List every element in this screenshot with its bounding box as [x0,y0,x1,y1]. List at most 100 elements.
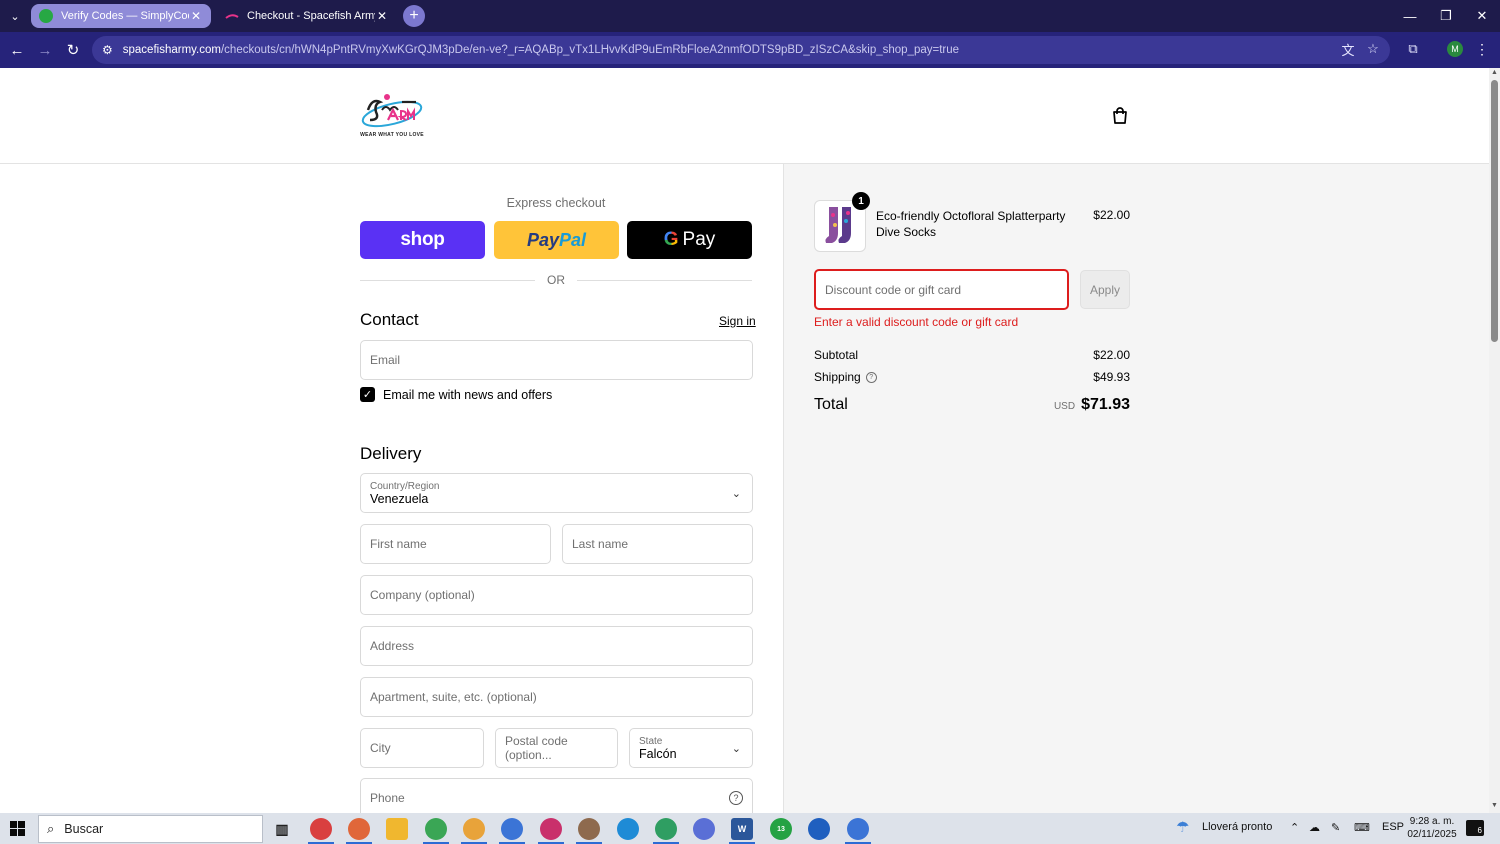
pen-icon[interactable]: ✎ [1331,821,1340,834]
help-question-icon[interactable]: ? [729,791,743,805]
browser-menu-icon[interactable]: ⋮ [1474,40,1490,58]
windows-start-icon[interactable] [10,821,25,836]
shipping-label: Shipping [814,370,861,384]
scroll-down-icon[interactable]: ▼ [1490,802,1499,811]
chrome-profile-icon[interactable] [578,818,600,840]
site-info-icon[interactable]: ⚙ [102,43,113,57]
system-clock[interactable]: 9:28 a. m. 02/11/2025 [1406,815,1458,841]
windows-taskbar: ⌕ Buscar ▥ W 13 ☂ Lloverá pronto ⌃ ☁ ✎ ⌨… [0,813,1500,844]
chrome-profile-icon[interactable] [693,818,715,840]
chrome-profile-icon[interactable] [310,818,332,840]
phone-field[interactable]: Phone ? [360,778,753,813]
total-value: $71.93 [1081,396,1130,413]
discount-error-message: Enter a valid discount code or gift card [814,315,1019,329]
product-name: Eco-friendly Octofloral Splatterparty Di… [876,209,1066,239]
discount-placeholder: Discount code or gift card [825,282,962,297]
chrome-icon[interactable] [463,818,485,840]
country-select[interactable]: Country/Region Venezuela ⌄ [360,473,753,513]
chrome-profile-icon[interactable] [540,818,562,840]
minimize-icon[interactable]: — [1400,6,1420,26]
weather-text[interactable]: Lloverá pronto [1202,821,1272,833]
chevron-down-icon: ⌄ [731,488,741,500]
word-icon[interactable]: W [731,818,753,840]
reload-icon[interactable]: ↻ [62,39,84,61]
or-divider: OR [360,273,752,287]
shopping-bag-icon[interactable] [1110,106,1130,126]
company-field[interactable]: Company (optional) [360,575,753,615]
paypal-button[interactable]: Pay Pal [494,221,619,259]
sign-in-link[interactable]: Sign in [719,314,756,328]
state-select[interactable]: State Falcón ⌄ [629,728,753,768]
tab-simplycodes[interactable]: Verify Codes — SimplyCodes ✕ [31,4,211,28]
product-price: $22.00 [1093,208,1130,222]
last-name-field[interactable]: Last name [562,524,753,564]
close-tab-icon[interactable]: ✕ [375,9,389,23]
profile-avatar[interactable]: M [1447,41,1463,57]
newsletter-checkbox[interactable]: ✓ [360,387,375,402]
discount-code-input[interactable]: Discount code or gift card [814,269,1069,310]
new-tab-plus-icon[interactable]: + [403,5,425,27]
tray-chevron-up-icon[interactable]: ⌃ [1290,821,1299,834]
shipping-value: $49.93 [1093,370,1130,384]
chevron-down-icon: ⌄ [731,743,741,755]
restore-icon[interactable]: ❐ [1436,6,1456,26]
state-value: Falcón [639,746,677,761]
order-summary: 1 Eco-friendly Octofloral Splatterparty … [783,164,1489,813]
close-tab-icon[interactable]: ✕ [189,9,203,23]
delivery-heading: Delivery [360,444,422,463]
forward-arrow-icon[interactable]: → [34,39,56,61]
chrome-profile-icon[interactable] [501,818,523,840]
first-name-field[interactable]: First name [360,524,551,564]
tab-title: Checkout - Spacefish Army [247,10,375,22]
phone-placeholder: Phone [370,791,405,805]
chrome-profile-icon[interactable] [348,818,370,840]
apartment-field[interactable]: Apartment, suite, etc. (optional) [360,677,753,717]
bookmark-star-icon[interactable]: ☆ [1364,40,1382,58]
chrome-profile-icon[interactable] [425,818,447,840]
scrollbar-thumb[interactable] [1491,80,1498,342]
subtotal-value: $22.00 [1093,348,1130,362]
task-view-icon[interactable]: ▥ [271,818,293,840]
address-placeholder: Address [370,639,415,653]
shipping-info-icon[interactable]: ? [865,372,877,384]
spacefish-army-logo[interactable]: WEAR WHAT YOU LOVE [358,90,426,142]
onedrive-cloud-icon[interactable]: ☁ [1309,821,1320,834]
weather-rain-icon[interactable]: ☂ [1176,818,1189,836]
keyboard-icon[interactable]: ⌨ [1354,821,1370,834]
chrome-profile-icon[interactable] [655,818,677,840]
back-arrow-icon[interactable]: ← [6,39,28,61]
quantity-badge: 1 [852,192,870,210]
country-label: Country/Region [370,480,440,492]
taskbar-search[interactable]: ⌕ Buscar [38,815,263,843]
notifications-icon[interactable]: 6 [1466,820,1484,836]
file-explorer-icon[interactable] [386,818,408,840]
google-pay-button[interactable]: G Pay [627,221,752,259]
tab-checkout[interactable]: Checkout - Spacefish Army ✕ [217,4,397,28]
language-indicator[interactable]: ESP [1382,821,1404,833]
email-field[interactable]: Email [360,340,753,380]
newsletter-option[interactable]: ✓ Email me with news and offers [360,387,552,402]
window-close-icon[interactable]: ✕ [1472,6,1492,26]
postal-code-field[interactable]: Postal code (option... [495,728,618,768]
whatsapp-icon[interactable]: 13 [770,818,792,840]
address-bar[interactable]: ⚙ spacefisharmy.com/checkouts/cn/hWN4pPn… [92,36,1390,64]
app-icon[interactable] [808,818,830,840]
clock-time: 9:28 a. m. [1409,816,1455,827]
translate-icon[interactable]: 文 [1339,40,1357,58]
logo-graphic-icon [361,94,423,128]
app-icon[interactable] [617,818,639,840]
total-row: Total USD $71.93 [814,396,1130,414]
url-domain: spacefisharmy.com [122,44,221,56]
address-field[interactable]: Address [360,626,753,666]
extensions-puzzle-icon[interactable]: ⧉ [1404,40,1422,58]
page-scrollbar[interactable]: ▲ ▼ [1489,68,1500,813]
city-field[interactable]: City [360,728,484,768]
shop-pay-button[interactable]: shop [360,221,485,259]
notification-count: 6 [1477,826,1482,835]
tab-search-chevron-icon[interactable]: ⌄ [4,5,26,27]
apply-button[interactable]: Apply [1080,270,1130,309]
browser-toolbar: ← → ↻ ⚙ spacefisharmy.com/checkouts/cn/h… [0,32,1500,68]
chrome-profile-icon[interactable] [847,818,869,840]
scroll-up-icon[interactable]: ▲ [1490,69,1499,78]
simplycodes-favicon-icon [39,9,53,23]
